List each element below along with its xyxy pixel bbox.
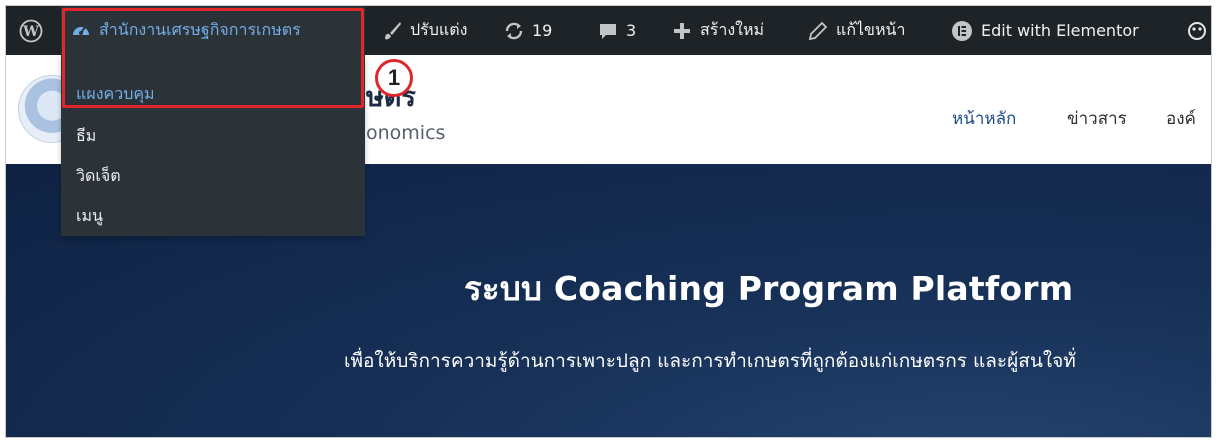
annotation-highlight-box xyxy=(62,8,364,108)
comments-button[interactable]: 3 xyxy=(598,6,636,55)
new-content-button[interactable]: สร้างใหม่ xyxy=(672,6,764,55)
submenu-item-widgets[interactable]: วิดเจ็ต xyxy=(76,164,121,189)
wp-logo-button[interactable]: W xyxy=(6,6,55,55)
customize-label: ปรับแต่ง xyxy=(410,20,468,39)
edit-with-elementor-button[interactable]: Edit with Elementor xyxy=(951,6,1139,55)
more-plugin-button[interactable] xyxy=(1186,6,1211,55)
hero-title: ระบบ Coaching Program Platform xyxy=(464,269,1074,308)
edit-page-button[interactable]: แก้ไขหน้า xyxy=(808,6,905,55)
pencil-icon xyxy=(808,21,828,41)
plugin-icon xyxy=(1186,20,1208,42)
site-tagline: onomics xyxy=(366,122,446,144)
refresh-icon xyxy=(504,21,524,41)
nav-organization[interactable]: องค์ xyxy=(1166,105,1196,132)
edit-page-label: แก้ไขหน้า xyxy=(836,20,906,39)
browser-viewport: ษตร onomics หน้าหลัก ข่าวสาร องค์ ระบบ C… xyxy=(5,5,1212,438)
elementor-label: Edit with Elementor xyxy=(981,21,1139,40)
hero-subtitle: เพื่อให้บริการความรู้ด้านการเพาะปลูก และ… xyxy=(344,350,1076,372)
nav-home[interactable]: หน้าหลัก xyxy=(952,105,1016,132)
comment-icon xyxy=(598,21,618,41)
elementor-icon xyxy=(951,20,973,42)
updates-count: 19 xyxy=(532,21,553,40)
brush-icon xyxy=(382,21,402,41)
plus-icon xyxy=(672,21,692,41)
annotation-step-badge: 1 xyxy=(375,59,413,97)
comments-count: 3 xyxy=(626,21,637,40)
submenu-item-themes[interactable]: ธีม xyxy=(76,124,96,149)
svg-text:W: W xyxy=(22,24,39,40)
submenu-item-menus[interactable]: เมนู xyxy=(76,204,103,229)
customize-button[interactable]: ปรับแต่ง xyxy=(382,6,467,55)
nav-news[interactable]: ข่าวสาร xyxy=(1067,105,1127,132)
new-content-label: สร้างใหม่ xyxy=(700,20,765,39)
updates-button[interactable]: 19 xyxy=(504,6,552,55)
wordpress-icon: W xyxy=(19,19,43,43)
